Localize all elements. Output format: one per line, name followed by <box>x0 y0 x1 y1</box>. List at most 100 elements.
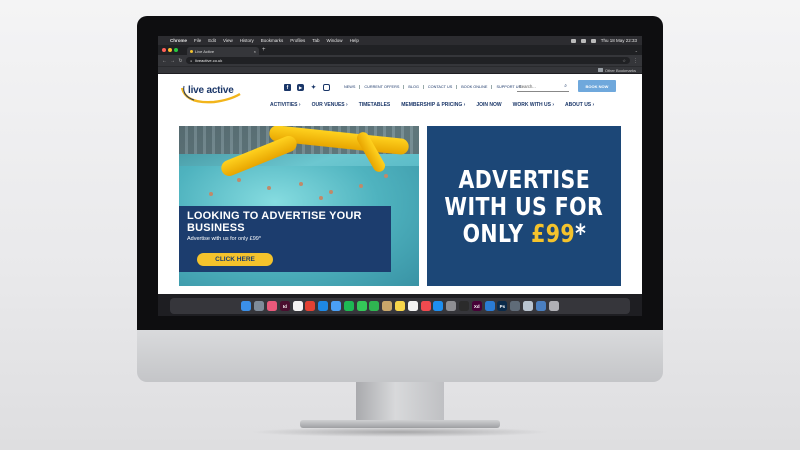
search-icon[interactable]: ⌕ <box>564 83 567 89</box>
facetime-icon[interactable] <box>369 301 380 311</box>
imac-stand <box>356 382 444 422</box>
xd-icon[interactable]: Xd <box>471 301 482 311</box>
extensions-icon[interactable]: ⋮ <box>633 58 638 64</box>
lock-icon[interactable]: ● <box>190 59 192 63</box>
menubar-item-window[interactable]: Window <box>327 38 343 43</box>
menubar-item-profiles[interactable]: Profiles <box>290 38 305 43</box>
news-icon[interactable] <box>420 301 431 311</box>
appstore-icon[interactable] <box>433 301 444 311</box>
menubar-item-view[interactable]: View <box>223 38 233 43</box>
ad-only-text: ONLY <box>462 218 531 248</box>
menubar-item-edit[interactable]: Edit <box>208 38 216 43</box>
advertise-panel[interactable]: ADVERTISE WITH US FOR ONLY £99* <box>427 126 621 286</box>
calendar-icon[interactable] <box>292 301 303 311</box>
finder-icon[interactable] <box>241 301 252 311</box>
mac-dock: Id Xd Ps <box>170 298 630 314</box>
reminders-icon[interactable] <box>407 301 418 311</box>
nav-membership-pricing[interactable]: MEMBERSHIP & PRICING › <box>401 102 465 108</box>
folder-icon <box>597 68 603 72</box>
hero-subtitle: Advertise with us for only £99* <box>187 236 261 242</box>
finder-window-icon[interactable] <box>510 301 521 311</box>
bookmark-folder-other[interactable]: Other Bookmarks <box>605 68 636 73</box>
preview-icon[interactable] <box>522 301 533 311</box>
screen: Chrome File Edit View History Bookmarks … <box>158 36 642 316</box>
ad-line-2: WITH US FOR <box>444 191 604 221</box>
menubar-status-area: Thu 18 May 22:33 <box>570 38 637 43</box>
tab-search-icon[interactable]: ⌄ <box>635 48 638 53</box>
launchpad-icon[interactable] <box>254 301 265 311</box>
swimmer <box>267 186 271 190</box>
close-window-icon[interactable] <box>162 48 166 52</box>
menubar-item-history[interactable]: History <box>240 38 254 43</box>
spotify-icon[interactable] <box>343 301 354 311</box>
bookmarks-bar: Other Bookmarks <box>158 66 642 73</box>
nav-work-with-us[interactable]: WORK WITH US › <box>513 102 554 108</box>
address-bar[interactable]: ● liveactive.co.uk ☆ <box>186 57 630 64</box>
twitter-icon[interactable]: ✦ <box>310 84 317 91</box>
notes-icon[interactable] <box>395 301 405 311</box>
address-bar-url: liveactive.co.uk <box>195 58 223 63</box>
reload-icon[interactable]: ↻ <box>178 58 183 64</box>
new-tab-icon[interactable]: + <box>262 47 266 53</box>
site-search-placeholder: Search... <box>519 83 536 89</box>
tab-close-icon[interactable]: × <box>254 49 256 54</box>
facebook-icon[interactable]: f <box>284 84 291 91</box>
tab-live-active[interactable]: Live Active × <box>187 47 259 55</box>
social-links: f ▶ ✦ <box>284 84 330 91</box>
back-icon[interactable]: ← <box>162 58 167 64</box>
contacts-icon[interactable] <box>382 301 393 311</box>
menubar-item-file[interactable]: File <box>194 38 201 43</box>
menubar-item-tab[interactable]: Tab <box>312 38 319 43</box>
swimmer <box>299 182 303 186</box>
chrome-icon[interactable] <box>305 301 316 311</box>
site-logo[interactable]: live active <box>180 82 244 108</box>
messages-icon[interactable] <box>356 301 367 311</box>
youtube-icon[interactable]: ▶ <box>297 84 304 91</box>
safari-icon[interactable] <box>318 301 329 311</box>
menubar-item-help[interactable]: Help <box>350 38 359 43</box>
top-link-current-offers[interactable]: CURRENT OFFERS <box>360 85 405 89</box>
terminal-icon[interactable] <box>458 301 469 311</box>
site-search-input[interactable]: Search... ⌕ <box>517 81 569 92</box>
menubar-app-name[interactable]: Chrome <box>170 38 187 43</box>
ad-price: £99 <box>530 218 575 248</box>
minimize-window-icon[interactable] <box>168 48 172 52</box>
hero-text-box: LOOKING TO ADVERTISE YOUR BUSINESS Adver… <box>179 206 391 272</box>
bookmark-star-icon[interactable]: ☆ <box>622 58 626 63</box>
zoom-window-icon[interactable] <box>174 48 178 52</box>
indesign-icon[interactable]: Id <box>279 301 290 311</box>
swimmer <box>237 178 241 182</box>
swimmer <box>209 192 213 196</box>
settings-icon[interactable] <box>446 301 457 311</box>
click-here-button[interactable]: CLICK HERE <box>197 253 273 266</box>
nav-timetables[interactable]: TIMETABLES <box>359 102 391 108</box>
top-link-news[interactable]: NEWS <box>340 85 361 89</box>
menubar-clock[interactable]: Thu 18 May 22:33 <box>601 38 637 43</box>
instagram-icon[interactable] <box>323 84 330 91</box>
control-center-icon[interactable] <box>590 38 596 43</box>
nav-activities[interactable]: ACTIVITIES › <box>270 102 301 108</box>
menubar-item-bookmarks[interactable]: Bookmarks <box>261 38 284 43</box>
photoshop-icon[interactable]: Ps <box>497 301 508 311</box>
swimmer <box>359 184 363 188</box>
top-link-book-online[interactable]: BOOK ONLINE <box>457 85 493 89</box>
top-link-contact-us[interactable]: CONTACT US <box>424 85 458 89</box>
nav-our-venues[interactable]: OUR VENUES › <box>312 102 348 108</box>
nav-join-now[interactable]: JOIN NOW <box>476 102 501 108</box>
swimmer <box>329 190 333 194</box>
main-nav: ACTIVITIES › OUR VENUES › TIMETABLES MEM… <box>270 102 594 108</box>
swimmer <box>384 174 388 178</box>
photos-icon[interactable] <box>267 301 278 311</box>
battery-icon[interactable] <box>570 38 576 43</box>
book-now-button[interactable]: BOOK NOW <box>578 80 616 92</box>
forward-icon[interactable]: → <box>170 58 175 64</box>
top-link-blog[interactable]: BLOG <box>404 85 424 89</box>
wifi-icon[interactable] <box>580 38 586 43</box>
top-links: NEWS CURRENT OFFERS BLOG CONTACT US BOOK… <box>340 85 525 89</box>
downloads-icon[interactable] <box>535 301 546 311</box>
website-viewport: live active f ▶ ✦ NEWS CURRENT OFFERS BL… <box>158 74 642 294</box>
mail-icon[interactable] <box>331 301 342 311</box>
nav-about-us[interactable]: ABOUT US › <box>565 102 594 108</box>
trash-icon[interactable] <box>548 301 559 311</box>
vscode-icon[interactable] <box>484 301 495 311</box>
